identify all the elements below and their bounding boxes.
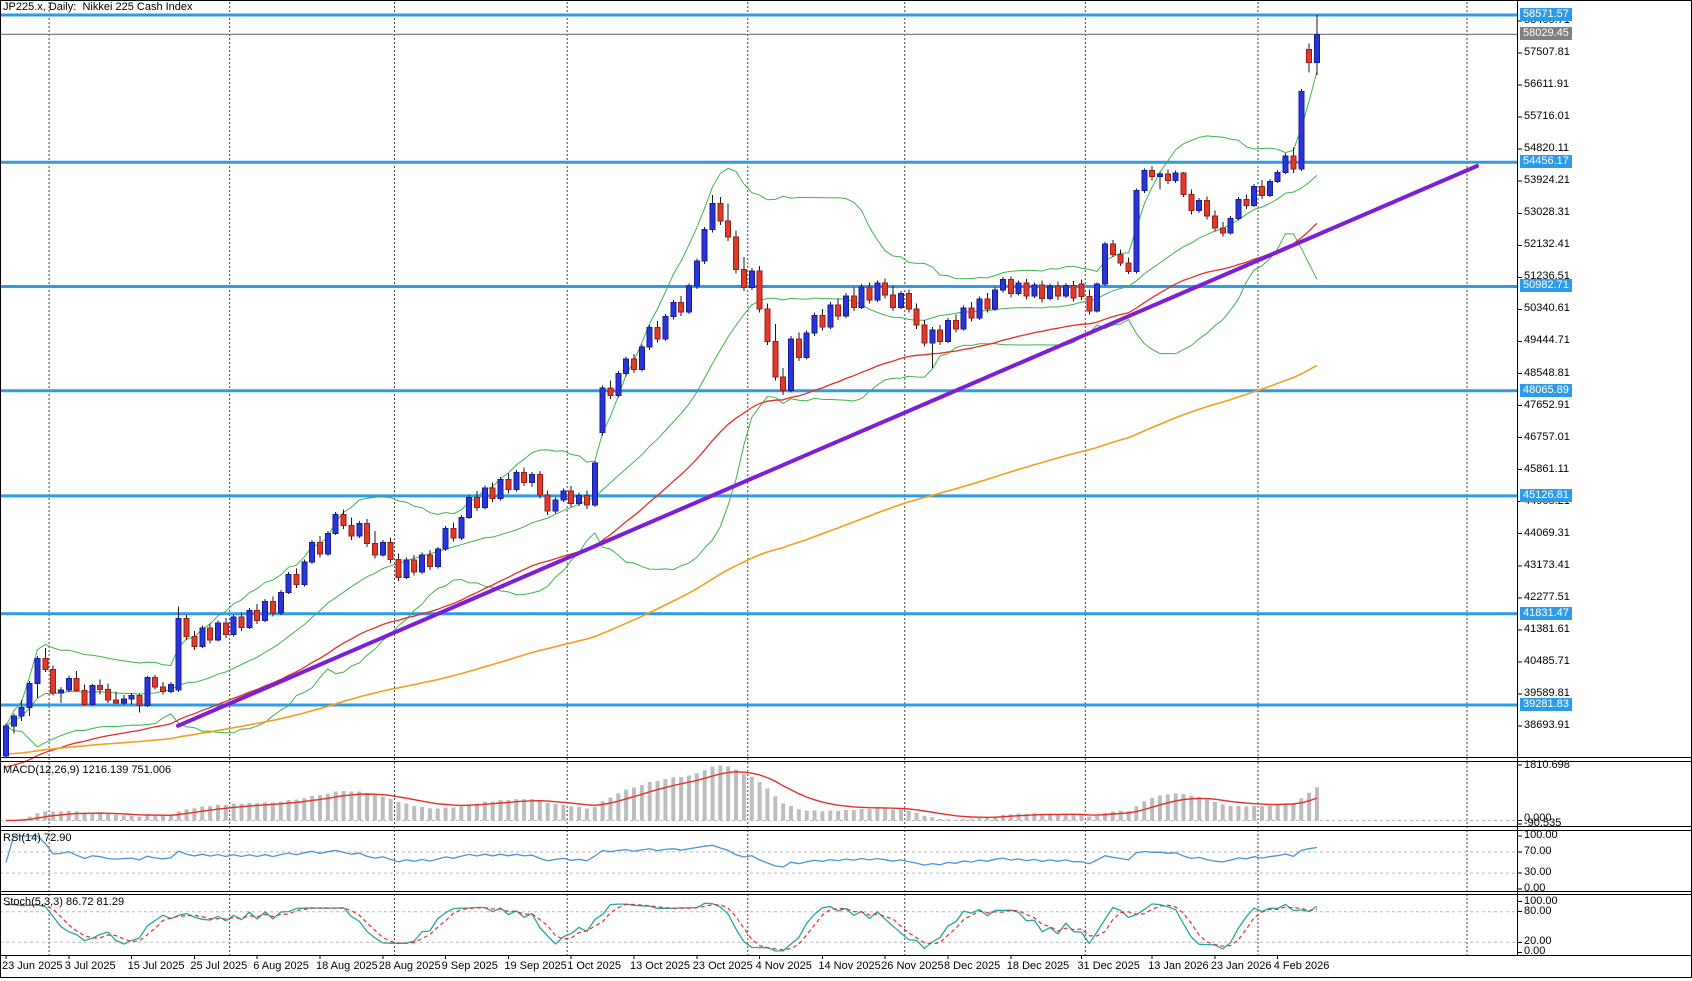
stoch-axis-label: 80.00 xyxy=(1524,905,1552,917)
date-label: 23 Jun 2025 xyxy=(2,960,63,972)
price-axis-label: 52132.41 xyxy=(1524,238,1570,251)
date-label: 6 Aug 2025 xyxy=(253,960,309,972)
rsi-axis-label: 0.00 xyxy=(1524,882,1546,894)
date-label: 4 Nov 2025 xyxy=(755,960,812,972)
price-line-label: 48065.89 xyxy=(1520,383,1572,397)
date-label: 25 Jul 2025 xyxy=(190,960,248,972)
price-line-label: 58571.57 xyxy=(1520,8,1572,21)
date-label: 8 Dec 2025 xyxy=(944,960,1001,972)
date-label: 18 Aug 2025 xyxy=(316,960,378,972)
date-label: 13 Jan 2026 xyxy=(1148,960,1209,972)
price-line-label: 54456.17 xyxy=(1520,155,1572,169)
price-axis-label: 43173.41 xyxy=(1524,558,1570,571)
rsi-axis-label: 100.00 xyxy=(1524,829,1558,841)
price-axis-label: 42277.51 xyxy=(1524,590,1570,603)
date-label: 9 Sep 2025 xyxy=(441,960,498,972)
date-label: 23 Jan 2026 xyxy=(1210,960,1272,972)
date-label: 4 Feb 2026 xyxy=(1273,960,1330,972)
price-axis-label: 46757.01 xyxy=(1524,430,1570,443)
rsi-axis-label: 30.00 xyxy=(1524,866,1552,878)
date-label: 26 Nov 2025 xyxy=(881,960,944,972)
stoch-indicator-label: Stoch(5,3,3) 86.72 81.29 xyxy=(3,896,125,908)
price-axis-label: 56611.91 xyxy=(1524,78,1570,91)
date-label: 1 Oct 2025 xyxy=(567,960,622,972)
date-label: 31 Dec 2025 xyxy=(1077,960,1140,972)
chart-title: JP225.x, Daily: Nikkei 225 Cash Index xyxy=(3,1,193,13)
price-axis-label: 45861.11 xyxy=(1524,462,1570,475)
chart-canvas[interactable] xyxy=(0,0,1692,981)
price-axis-label: 48548.81 xyxy=(1524,366,1570,379)
price-axis-label: 44069.31 xyxy=(1524,526,1570,539)
macd-axis-label: 1810.698 xyxy=(1524,759,1570,771)
date-label: 14 Nov 2025 xyxy=(818,960,881,972)
price-line-label: 45126.81 xyxy=(1520,488,1572,502)
stoch-axis-label: 0.00 xyxy=(1524,945,1546,957)
date-label: 13 Oct 2025 xyxy=(630,960,690,972)
price-axis-label: 47652.91 xyxy=(1524,398,1570,411)
price-line-label: 50982.71 xyxy=(1520,279,1572,293)
macd-indicator-label: MACD(12,26,9) 1216.139 751.006 xyxy=(3,764,172,776)
price-axis-label: 54820.11 xyxy=(1524,142,1570,155)
date-label: 28 Aug 2025 xyxy=(378,960,441,972)
price-line-label: 41831.47 xyxy=(1520,606,1572,620)
price-axis-label: 53924.21 xyxy=(1524,174,1570,187)
price-line-label: 39281.83 xyxy=(1520,697,1572,711)
date-label: 15 Jul 2025 xyxy=(127,960,185,972)
date-label: 18 Dec 2025 xyxy=(1006,960,1070,972)
rsi-indicator-label: RSI(14) 72.90 xyxy=(3,832,72,844)
price-axis-label: 50340.61 xyxy=(1524,302,1570,315)
price-axis-label: 41381.61 xyxy=(1524,622,1570,635)
mt4-chart-window: JP225.x, Daily: Nikkei 225 Cash Index MA… xyxy=(0,0,1692,981)
current-price-label: 58029.45 xyxy=(1520,27,1572,41)
price-axis-label: 49444.71 xyxy=(1524,334,1570,347)
rsi-axis-label: 70.00 xyxy=(1524,845,1552,857)
price-axis-label: 53028.31 xyxy=(1524,206,1570,219)
date-label: 23 Oct 2025 xyxy=(692,960,753,972)
price-axis-label: 40485.71 xyxy=(1524,654,1570,667)
price-axis-label: 57507.81 xyxy=(1524,46,1570,59)
price-axis-label: 55716.01 xyxy=(1524,110,1570,123)
date-label: 19 Sep 2025 xyxy=(504,960,567,972)
price-axis-label: 38693.91 xyxy=(1524,719,1570,731)
date-label: 3 Jul 2025 xyxy=(64,960,116,972)
